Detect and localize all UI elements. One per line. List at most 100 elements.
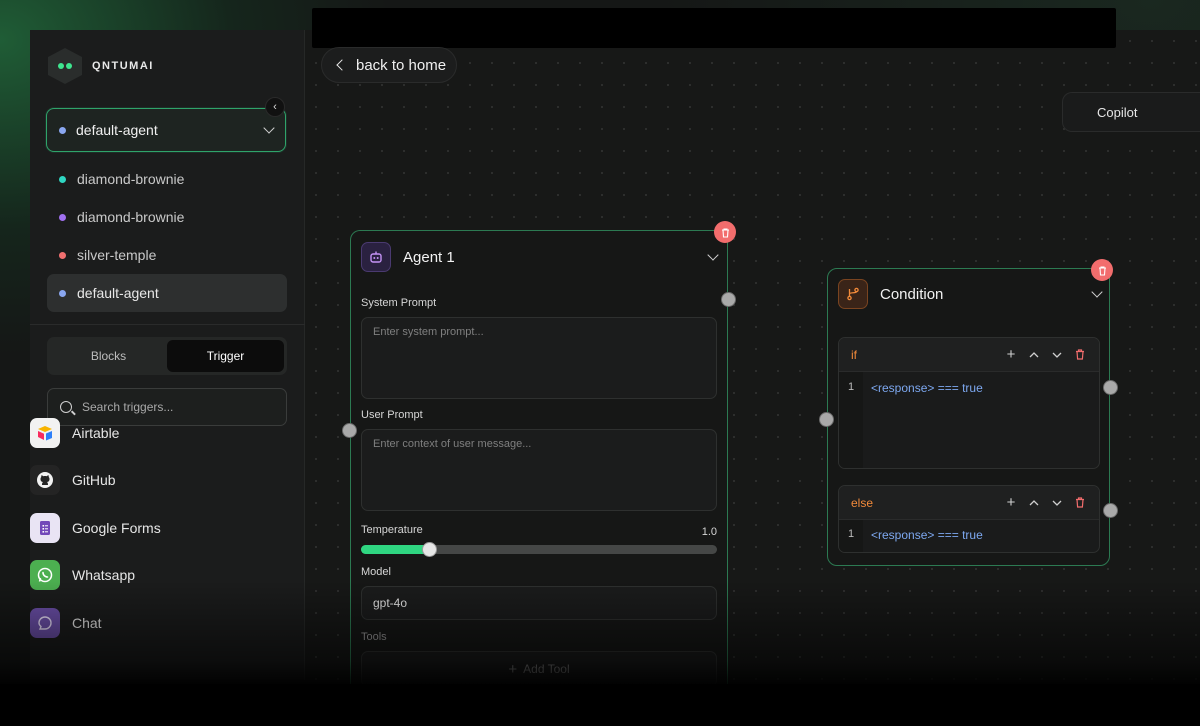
if-branch-header: if +: [839, 338, 1099, 372]
system-prompt-input[interactable]: Enter system prompt...: [361, 317, 717, 399]
tools-label: Tools: [361, 631, 387, 643]
plus-icon: +: [508, 660, 518, 678]
else-condition-code[interactable]: <response> === true: [863, 520, 991, 552]
copilot-button[interactable]: Copilot: [1062, 92, 1200, 132]
else-code-editor[interactable]: 1 <response> === true: [839, 520, 1099, 552]
chevron-up-icon[interactable]: [1027, 496, 1041, 510]
chevron-down-icon[interactable]: [707, 249, 719, 261]
chevron-down-icon[interactable]: [1050, 348, 1064, 362]
trigger-item-github[interactable]: GitHub: [30, 457, 260, 505]
agent-item-active[interactable]: default-agent: [47, 274, 287, 312]
plus-icon[interactable]: +: [1004, 494, 1018, 511]
agent-item-label: diamond-brownie: [77, 171, 185, 187]
model-select[interactable]: gpt-4o: [361, 586, 717, 620]
agent-item-label: silver-temple: [77, 247, 157, 263]
agent-item-label: diamond-brownie: [77, 209, 185, 225]
if-condition-code[interactable]: <response> === true: [863, 372, 991, 468]
agent-item[interactable]: diamond-brownie: [47, 160, 287, 198]
agent-status-dot: [59, 251, 66, 259]
agent-status-dot: [59, 213, 66, 221]
branch-toolbar: +: [1004, 346, 1087, 363]
delete-condition-node-button[interactable]: [1091, 259, 1113, 281]
agent-item-label: default-agent: [77, 285, 159, 301]
agent-item[interactable]: silver-temple: [47, 236, 287, 274]
collapse-sidebar-button[interactable]: ‹: [265, 97, 285, 117]
condition-node-header: Condition: [838, 279, 1103, 309]
agent-status-dot: [59, 175, 66, 183]
brand-name: QNTUMAI: [92, 60, 154, 72]
trash-icon[interactable]: [1073, 348, 1087, 362]
bottom-bar: [0, 684, 1200, 726]
copilot-label: Copilot: [1097, 104, 1138, 120]
trigger-item-whatsapp[interactable]: Whatsapp: [30, 552, 260, 600]
temperature-value: 1.0: [701, 526, 717, 538]
chevron-left-icon: [336, 59, 348, 71]
user-prompt-input[interactable]: Enter context of user message...: [361, 429, 717, 511]
tab-blocks[interactable]: Blocks: [50, 340, 167, 372]
plus-icon[interactable]: +: [1004, 346, 1018, 363]
add-tool-button[interactable]: + Add Tool: [361, 651, 717, 687]
branch-icon: [838, 279, 868, 309]
chevron-up-icon[interactable]: [1027, 348, 1041, 362]
trash-icon[interactable]: [1073, 496, 1087, 510]
agent-selector[interactable]: default-agent: [46, 108, 286, 152]
top-bar: [312, 8, 1116, 48]
if-code-editor[interactable]: 1 <response> === true: [839, 372, 1099, 468]
if-branch: if + 1 <response> === true: [838, 337, 1100, 469]
logo-icon: [48, 48, 82, 84]
agent-node[interactable]: Agent 1 System Prompt Enter system promp…: [350, 230, 728, 690]
agent-item[interactable]: diamond-brownie: [47, 198, 287, 236]
tab-trigger[interactable]: Trigger: [167, 340, 284, 372]
agent-selector-label: default-agent: [76, 122, 158, 138]
back-button-label: back to home: [356, 56, 447, 74]
trash-icon: [1098, 265, 1106, 276]
temperature-slider-fill: [361, 545, 429, 554]
trigger-item-google-forms[interactable]: Google Forms: [30, 504, 260, 552]
add-tool-label: Add Tool: [523, 662, 570, 676]
chevron-left-icon: ‹: [273, 101, 277, 113]
chevron-down-icon[interactable]: [1050, 496, 1064, 510]
agent-status-dot: [59, 126, 66, 134]
trigger-label: Airtable: [72, 424, 120, 441]
agent-list: diamond-brownie diamond-brownie silver-t…: [47, 160, 287, 312]
agent-input-handle[interactable]: [342, 423, 357, 438]
if-branch-label: if: [851, 347, 857, 362]
trigger-label: Google Forms: [72, 519, 161, 536]
agent-node-title: Agent 1: [403, 248, 455, 266]
back-to-home-button[interactable]: back to home: [321, 47, 457, 83]
condition-node[interactable]: Condition if + 1 <response> === true els…: [827, 268, 1110, 566]
trash-icon: [721, 227, 729, 238]
brand-logo: QNTUMAI: [48, 48, 154, 84]
block-trigger-tabs: Blocks Trigger: [47, 337, 287, 375]
condition-input-handle[interactable]: [819, 412, 834, 427]
trigger-list: Airtable GitHub Google Forms Whatsapp Ch…: [30, 409, 260, 647]
else-branch: else + 1 <response> === true: [838, 485, 1100, 553]
system-prompt-label: System Prompt: [361, 297, 437, 309]
sidebar-divider: [30, 324, 305, 325]
agent-output-handle[interactable]: [721, 292, 736, 307]
user-prompt-label: User Prompt: [361, 409, 423, 421]
model-label: Model: [361, 566, 391, 578]
line-number: 1: [839, 520, 863, 552]
delete-agent-node-button[interactable]: [714, 221, 736, 243]
agent-status-dot: [59, 289, 66, 297]
temperature-slider-thumb[interactable]: [421, 542, 437, 557]
chevron-down-icon: [263, 122, 275, 134]
trigger-label: Chat: [72, 614, 102, 631]
bot-icon: [361, 242, 391, 272]
else-branch-header: else +: [839, 486, 1099, 520]
github-icon: [30, 465, 60, 496]
trigger-label: GitHub: [72, 472, 116, 489]
branch-toolbar: +: [1004, 494, 1087, 511]
airtable-icon: [30, 417, 60, 448]
if-output-handle[interactable]: [1103, 380, 1118, 395]
agent-node-header: Agent 1: [361, 242, 719, 272]
chevron-down-icon[interactable]: [1091, 286, 1103, 298]
trigger-item-airtable[interactable]: Airtable: [30, 409, 260, 457]
trigger-label: Whatsapp: [72, 567, 136, 584]
trigger-item-chat[interactable]: Chat: [30, 599, 260, 647]
else-output-handle[interactable]: [1103, 503, 1118, 518]
condition-node-title: Condition: [880, 285, 944, 303]
temperature-slider[interactable]: [361, 542, 717, 557]
else-branch-label: else: [851, 495, 874, 510]
